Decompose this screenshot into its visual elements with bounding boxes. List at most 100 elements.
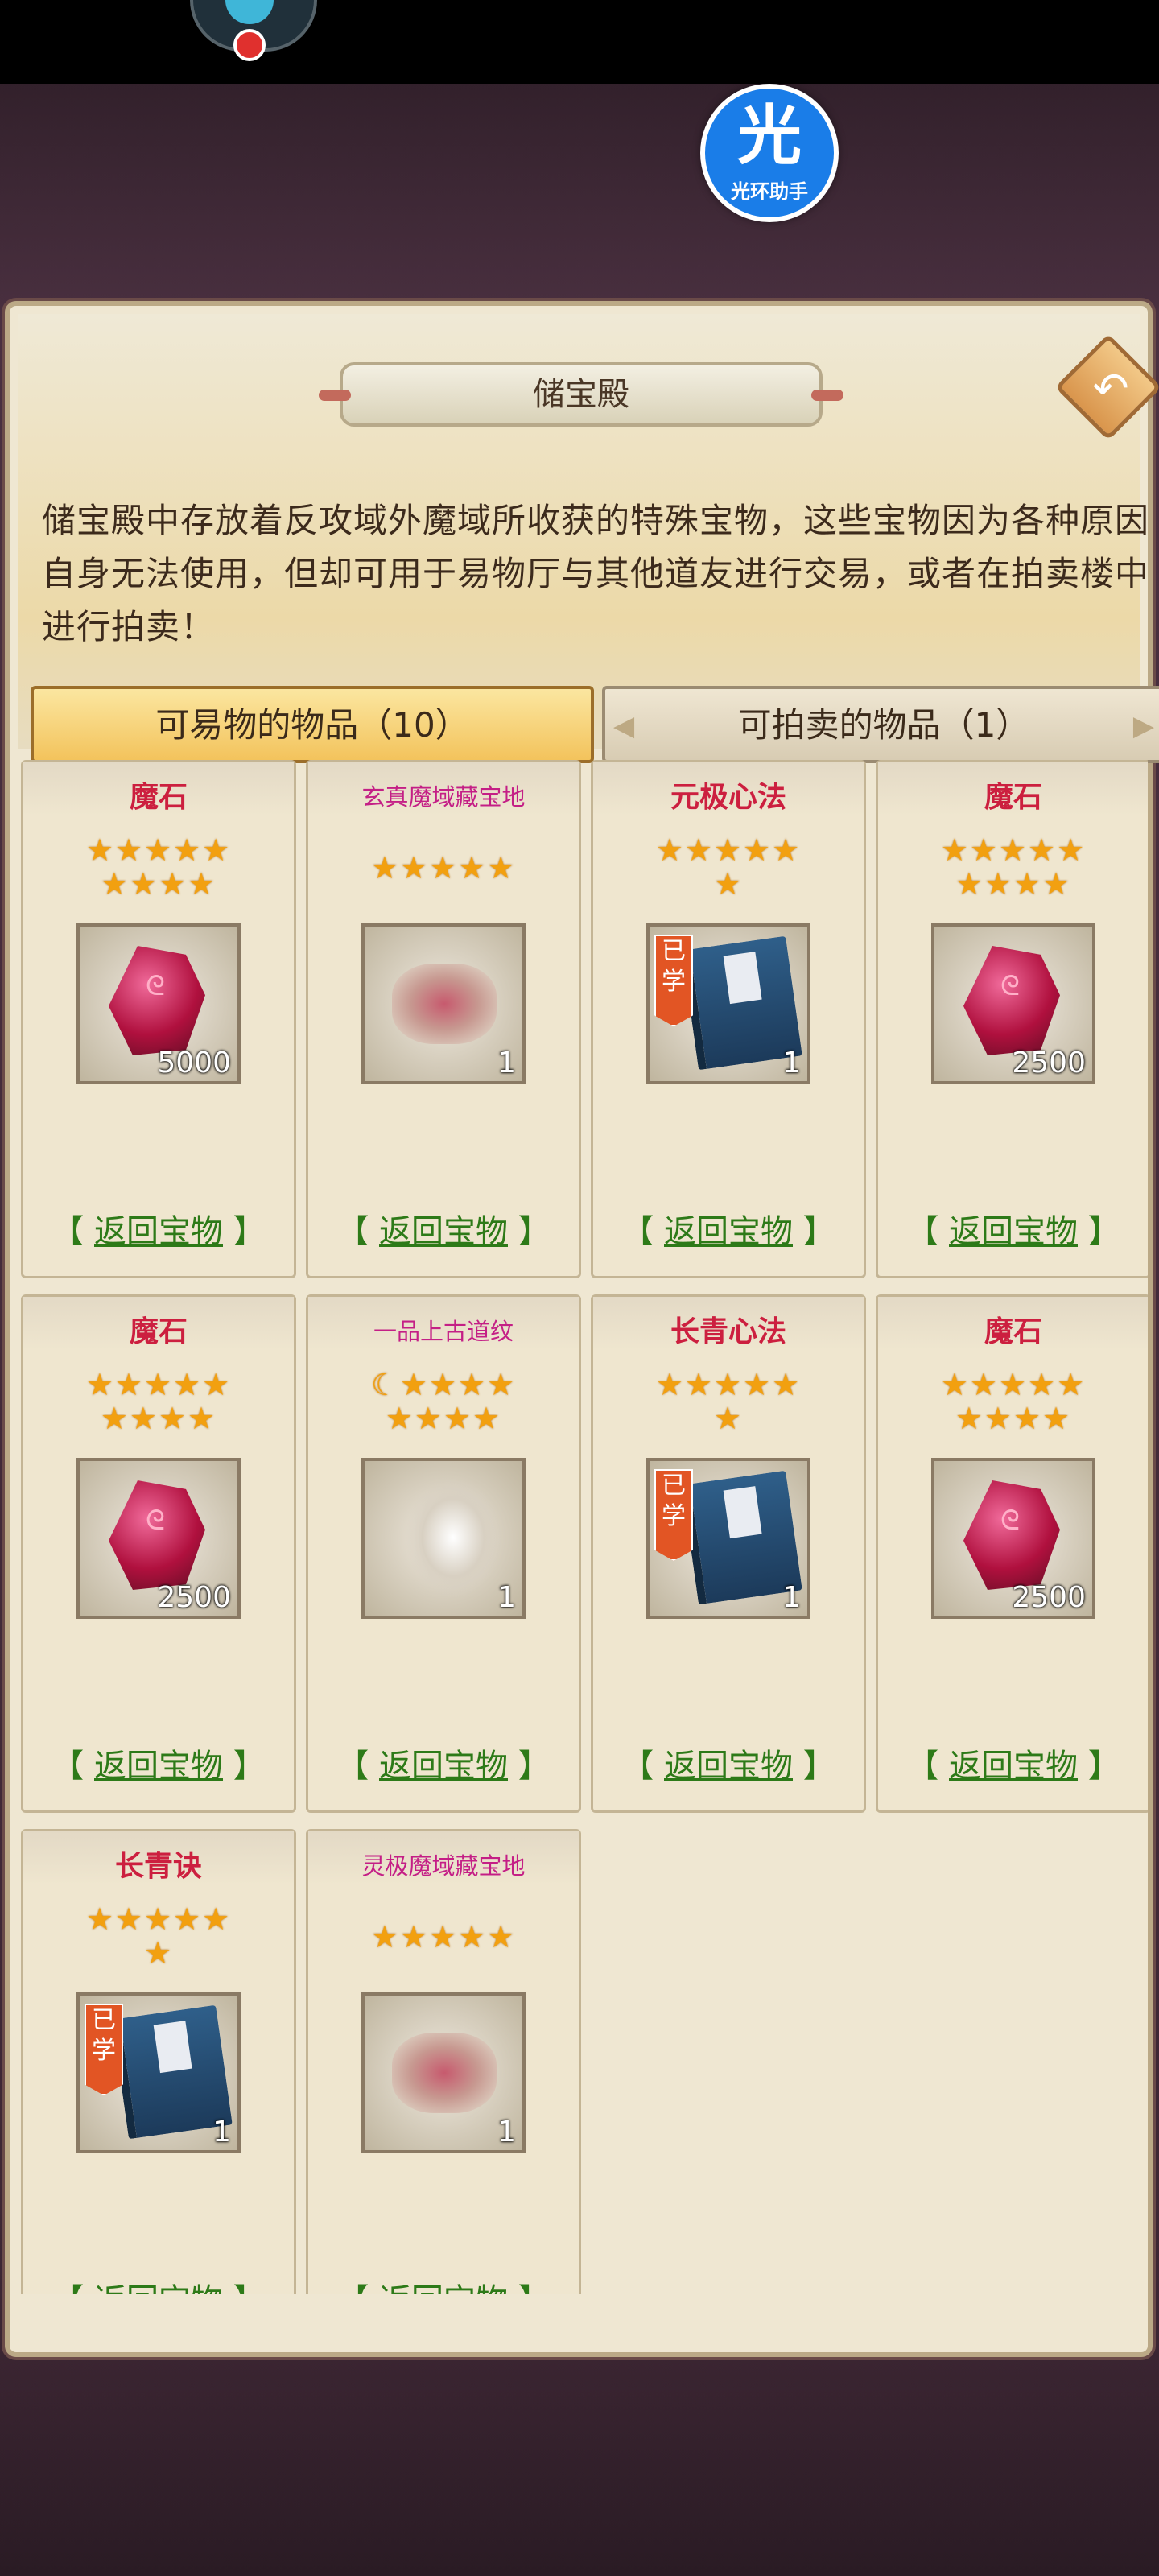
card-header: 元极心法 [593, 762, 864, 815]
item-name: 长青心法 [670, 1315, 786, 1348]
stars-row: ★★★★ [100, 866, 217, 902]
return-treasure-label: 返回宝物 [94, 2282, 223, 2294]
stars-row: ★★★★ [385, 1401, 502, 1436]
learned-badge: 已学 [654, 935, 693, 1026]
return-treasure-label: 返回宝物 [949, 1748, 1078, 1785]
item-icon-frame[interactable]: 已学 1 [646, 923, 810, 1084]
item-count: 1 [212, 2116, 231, 2149]
back-arrow-icon[interactable]: ↶ [1079, 361, 1143, 417]
card-header: 玄真魔域藏宝地 [308, 762, 579, 815]
item-card[interactable]: 玄真魔域藏宝地 ★★★★★ 1 【 返回宝物 】 [306, 760, 581, 1278]
return-treasure-label: 返回宝物 [94, 1213, 223, 1250]
return-treasure-link[interactable]: 【 返回宝物 】 [308, 1740, 579, 1786]
return-treasure-link[interactable]: 【 返回宝物 】 [593, 1205, 864, 1252]
item-count: 1 [782, 1581, 801, 1614]
item-icon-frame[interactable]: 1 [361, 1458, 526, 1619]
item-count: 1 [497, 1581, 516, 1614]
item-icon-frame[interactable]: 5000 [76, 923, 241, 1084]
assistant-char: 光 [737, 98, 802, 173]
description-text: 储宝殿中存放着反攻域外魔域所收获的特殊宝物，这些宝物因为各种原因自身无法使用，但… [42, 501, 1150, 646]
stars-row: ★★★★★ [85, 1901, 232, 1937]
assistant-label: 光环助手 [731, 180, 808, 203]
title-plaque: 储宝殿 [319, 362, 843, 427]
demon-stone-icon [963, 946, 1060, 1055]
item-name: 魔石 [129, 781, 188, 814]
item-card[interactable]: 魔石 ★★★★★★★★★ 2500 【 返回宝物 】 [21, 1294, 296, 1813]
status-bar [0, 0, 1159, 84]
card-header: 魔石 [878, 762, 1148, 815]
item-icon-frame[interactable]: 2500 [931, 923, 1095, 1084]
item-card[interactable]: 灵极魔域藏宝地 ★★★★★ 1 【 返回宝物 】 [306, 1829, 581, 2294]
book-label [723, 1486, 762, 1539]
card-header: 魔石 [878, 1297, 1148, 1350]
item-count: 2500 [157, 1581, 231, 1614]
tab-tradable-items[interactable]: 可易物的物品（10） [31, 686, 594, 763]
star-rating: ☾★★★★ ★★★★ [324, 1368, 563, 1435]
item-icon-frame[interactable]: 已学 1 [646, 1458, 810, 1619]
learned-badge: 已学 [85, 2004, 123, 2095]
stars-row: ☾★★★★ [370, 1367, 517, 1402]
card-header: 一品上古道纹 [308, 1297, 579, 1350]
item-icon-frame[interactable]: 2500 [931, 1458, 1095, 1619]
fish-icon [225, 0, 274, 24]
item-card[interactable]: 魔石 ★★★★★★★★★ 2500 【 返回宝物 】 [876, 760, 1148, 1278]
book-label [153, 2021, 192, 2074]
star-rating: ★★★★★ ★★★★ [894, 833, 1132, 901]
item-name: 魔石 [984, 781, 1042, 814]
tab-label: 可拍卖的物品（1） [737, 705, 1030, 745]
item-name: 玄真魔域藏宝地 [361, 783, 526, 811]
item-card[interactable]: 元极心法 ★★★★★ ★ 已学 1 【 返回宝物 】 [591, 760, 866, 1278]
item-card[interactable]: 魔石 ★★★★★★★★★ 2500 【 返回宝物 】 [876, 1294, 1148, 1813]
star-rating: ★★★★★ ★★★★ [39, 833, 278, 901]
card-header: 长青心法 [593, 1297, 864, 1350]
return-treasure-link[interactable]: 【 返回宝物 】 [23, 2274, 294, 2294]
item-card[interactable]: 长青心法 ★★★★★ ★ 已学 1 【 返回宝物 】 [591, 1294, 866, 1813]
star-rating: ★★★★★ ★ [39, 1902, 278, 1970]
item-count: 2500 [1012, 1581, 1086, 1614]
return-treasure-link[interactable]: 【 返回宝物 】 [308, 2274, 579, 2294]
item-card[interactable]: 一品上古道纹 ☾★★★★ ★★★★ 1 【 返回宝物 】 [306, 1294, 581, 1813]
stars-row: ★★★★★ [655, 832, 802, 868]
right-arrow-icon: ▶ [1132, 710, 1154, 742]
card-header: 长青诀 [23, 1831, 294, 1885]
return-treasure-link[interactable]: 【 返回宝物 】 [878, 1740, 1148, 1786]
item-name: 魔石 [984, 1315, 1042, 1348]
demon-stone-icon [109, 946, 205, 1055]
return-treasure-link[interactable]: 【 返回宝物 】 [593, 1740, 864, 1786]
notification-dot [233, 29, 266, 61]
page-title: 储宝殿 [533, 376, 629, 413]
item-count: 2500 [1012, 1046, 1086, 1080]
stars-row: ★★★★★ [85, 1367, 232, 1402]
return-treasure-link[interactable]: 【 返回宝物 】 [878, 1205, 1148, 1252]
stars-row: ★★★★★ [370, 850, 517, 886]
demon-stone-icon [109, 1480, 205, 1590]
item-card[interactable]: 长青诀 ★★★★★★ 已学 1 【 返回宝物 】 [21, 1829, 296, 2294]
return-treasure-link[interactable]: 【 返回宝物 】 [23, 1205, 294, 1252]
dao-pattern-icon [405, 1477, 501, 1598]
item-name: 元极心法 [670, 781, 786, 814]
stars-row: ★★★★★ [85, 832, 232, 868]
assistant-float-button[interactable]: 光 光环助手 [700, 84, 839, 222]
item-count: 1 [497, 1046, 516, 1080]
item-icon-frame[interactable]: 已学 1 [76, 1992, 241, 2153]
return-treasure-link[interactable]: 【 返回宝物 】 [308, 1205, 579, 1252]
stars-row: ★★★★★ [940, 1367, 1087, 1402]
item-grid: 魔石★★★★★★★★★5000【 返回宝物 】玄真魔域藏宝地★★★★★1【 返回… [21, 760, 1148, 2294]
stars-row: ★★★★ [100, 1401, 217, 1436]
left-arrow-icon: ◀ [613, 710, 635, 742]
return-treasure-label: 返回宝物 [379, 2282, 508, 2294]
item-card[interactable]: 魔石 ★★★★★★★★★ 5000 【 返回宝物 】 [21, 760, 296, 1278]
item-icon-frame[interactable]: 1 [361, 1992, 526, 2153]
item-icon-frame[interactable]: 1 [361, 923, 526, 1084]
card-header: 魔石 [23, 762, 294, 815]
book-label [723, 952, 762, 1005]
stars-row: ★ [713, 866, 744, 902]
item-name: 长青诀 [114, 1850, 202, 1883]
tab-auctionable-items[interactable]: ◀ 可拍卖的物品（1） ▶ [602, 686, 1159, 763]
stars-row: ★ [143, 1935, 174, 1971]
demon-stone-icon [963, 1480, 1060, 1590]
return-treasure-label: 返回宝物 [664, 1213, 793, 1250]
return-treasure-link[interactable]: 【 返回宝物 】 [23, 1740, 294, 1786]
stars-row: ★★★★★ [370, 1919, 517, 1955]
item-icon-frame[interactable]: 2500 [76, 1458, 241, 1619]
